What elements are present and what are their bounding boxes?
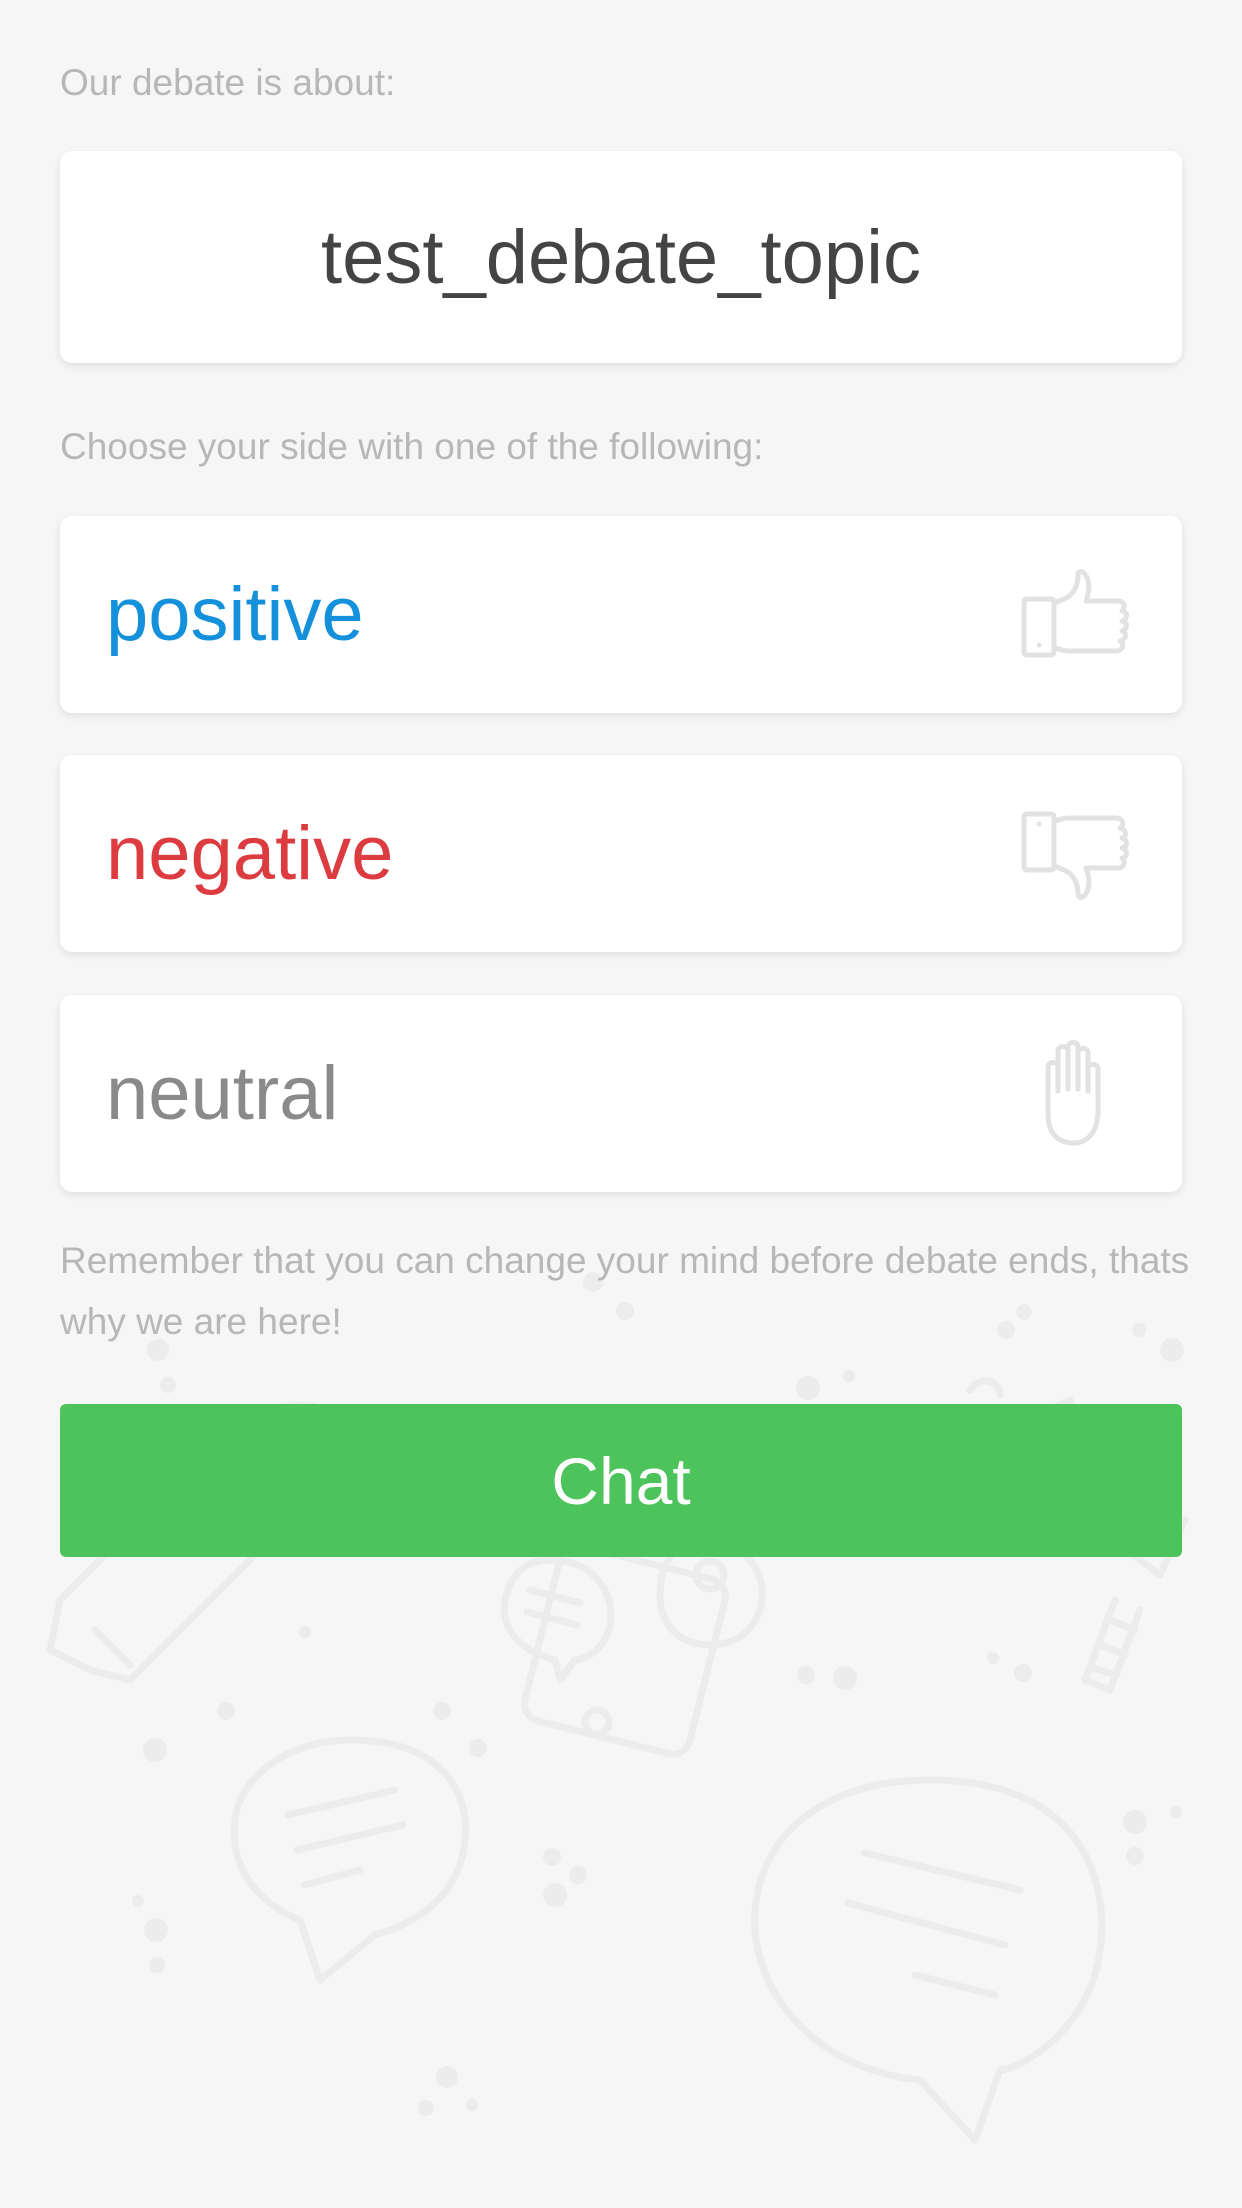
raised-hand-icon <box>1016 1039 1136 1145</box>
reminder-text: Remember that you can change your mind b… <box>60 1240 1190 1342</box>
thumbs-up-icon <box>1016 565 1136 665</box>
side-option-positive[interactable]: positive <box>60 516 1182 713</box>
option-label-neutral: neutral <box>106 1051 339 1136</box>
side-option-negative[interactable]: negative <box>60 755 1182 952</box>
option-label-positive: positive <box>106 572 364 657</box>
speech-bubble-doodle <box>230 1736 470 1984</box>
chat-button[interactable]: Chat <box>60 1404 1182 1557</box>
topic-prompt: Our debate is about: <box>60 62 396 103</box>
side-prompt: Choose your side with one of the followi… <box>60 426 764 467</box>
speech-bubble-doodle <box>751 1776 1106 2144</box>
option-label-negative: negative <box>106 811 394 896</box>
thumbs-down-icon <box>1016 804 1136 904</box>
topic-card: test_debate_topic <box>60 151 1182 363</box>
side-option-neutral[interactable]: neutral <box>60 995 1182 1192</box>
debate-topic: test_debate_topic <box>320 214 922 300</box>
